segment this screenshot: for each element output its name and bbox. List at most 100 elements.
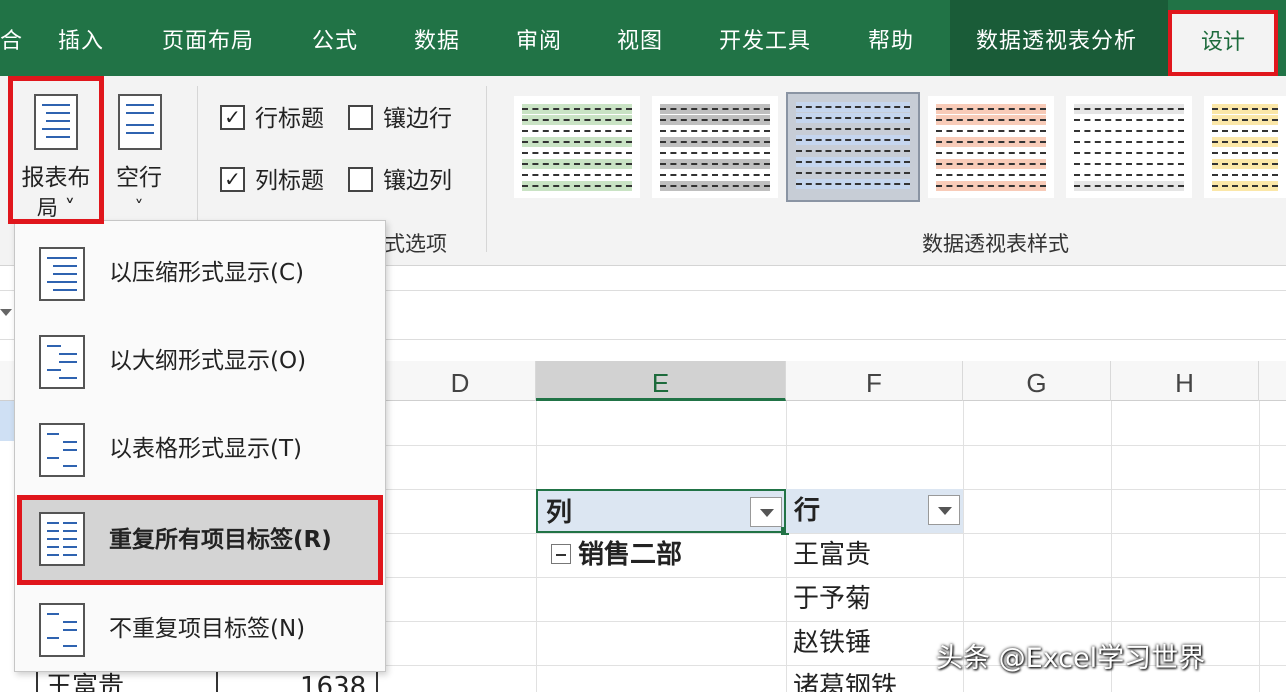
style-thumbnail-row (796, 102, 910, 112)
style-thumbnail-row (936, 115, 1046, 125)
pivot-row-item: 于予菊 (793, 584, 872, 614)
no-repeat-labels-icon (39, 603, 85, 657)
style-thumbnail-row (660, 115, 770, 125)
blank-rows-icon (118, 94, 162, 150)
compact-form-icon (39, 247, 85, 301)
tab-help[interactable]: 帮助 (868, 0, 914, 76)
style-thumbnail-row (522, 104, 632, 114)
pivot-style-thumbnail[interactable] (514, 96, 640, 198)
style-thumbnail-row (796, 179, 910, 189)
tab-insert[interactable]: 插入 (58, 0, 104, 76)
style-thumbnail-row (1074, 115, 1184, 125)
banded-cols-label: 镶边列 (383, 168, 452, 194)
tab-developer[interactable]: 开发工具 (719, 0, 811, 76)
banded-cols-checkbox[interactable] (348, 167, 373, 192)
style-thumbnail-row (1074, 137, 1184, 147)
menu-item-outline-form[interactable]: 以大纲形式显示(O) (17, 317, 383, 405)
pivot-style-thumbnail[interactable] (1066, 96, 1192, 198)
gridline (385, 445, 1286, 446)
collapse-icon[interactable] (551, 544, 571, 564)
left-cell-value: 1638 (300, 672, 367, 692)
blank-rows-button[interactable]: 空行 ˅ (108, 84, 170, 220)
menu-item-label: 以压缩形式显示(C) (109, 260, 305, 286)
menu-item-tabular-form[interactable]: 以表格形式显示(T) (17, 405, 383, 493)
menu-item-repeat-all-labels[interactable]: 重复所有项目标签(R) (17, 495, 383, 585)
style-thumbnail-row (796, 146, 910, 156)
pivot-style-thumbnail[interactable] (928, 96, 1054, 198)
tab-design[interactable]: 设计 (1168, 10, 1278, 76)
style-thumbnail-row (1212, 148, 1278, 158)
pivot-style-thumbnail[interactable] (1204, 96, 1286, 198)
style-thumbnail-row (1212, 115, 1278, 125)
style-options-group-label: 式选项 (384, 232, 447, 256)
menu-item-no-repeat-labels[interactable]: 不重复项目标签(N) (17, 585, 383, 673)
pivot-row-header-cell[interactable]: 行 (786, 489, 963, 533)
pivot-row-item: 诸葛钢铁 (793, 672, 898, 692)
outline-form-icon (39, 335, 85, 389)
column-header-g[interactable]: G (963, 361, 1111, 401)
column-header-f[interactable]: F (786, 361, 963, 401)
tab-formulas[interactable]: 公式 (312, 0, 358, 76)
banded-rows-checkbox[interactable] (348, 105, 373, 130)
report-layout-highlight-frame (8, 76, 104, 224)
cell-border (216, 672, 218, 692)
style-thumbnail-row (522, 159, 632, 169)
name-box-dropdown-icon[interactable] (0, 309, 12, 316)
pivot-row-header-label: 行 (794, 496, 821, 526)
watermark: 头条 @Excel学习世界 (936, 643, 1206, 674)
row-headers-checkbox[interactable]: ✓ (220, 105, 245, 130)
menu-item-label: 重复所有项目标签(R) (109, 527, 332, 553)
row-headers-option[interactable]: ✓ 行标题 (220, 104, 324, 134)
style-thumbnail-row (660, 181, 770, 191)
tab-data[interactable]: 数据 (414, 0, 460, 76)
row-filter-dropdown-icon[interactable] (928, 495, 960, 525)
tab-review[interactable]: 审阅 (516, 0, 562, 76)
tab-partial-edge[interactable]: 合 (0, 0, 23, 76)
style-thumbnail-row (936, 104, 1046, 114)
menu-item-compact-form[interactable]: 以压缩形式显示(C) (17, 229, 383, 317)
tab-pivot-analyze[interactable]: 数据透视表分析 (976, 0, 1137, 76)
menu-item-label: 不重复项目标签(N) (109, 616, 306, 642)
banded-cols-option[interactable]: 镶边列 (348, 166, 452, 196)
style-thumbnail-row (522, 148, 632, 158)
column-header-e[interactable]: E (536, 361, 786, 401)
style-thumbnail-row (1074, 126, 1184, 136)
pivot-row-item: 赵铁锤 (793, 628, 872, 658)
style-thumbnail-row (1212, 159, 1278, 169)
style-thumbnail-row (1074, 170, 1184, 180)
tab-view[interactable]: 视图 (617, 0, 663, 76)
style-thumbnail-row (796, 124, 910, 134)
pivot-row-item: 王富贵 (793, 540, 872, 570)
cell-border (36, 672, 38, 692)
column-header-d[interactable]: D (385, 361, 536, 401)
banded-rows-label: 镶边行 (383, 106, 452, 132)
style-thumbnail-row (660, 104, 770, 114)
blank-rows-label: 空行 (116, 165, 162, 191)
row-headers-label: 行标题 (255, 106, 324, 132)
pivot-column-header-cell[interactable]: 列 (536, 489, 786, 533)
ribbon-separator (486, 86, 487, 252)
col-headers-option[interactable]: ✓ 列标题 (220, 166, 324, 196)
style-thumbnail-row (936, 137, 1046, 147)
style-thumbnail-row (1212, 137, 1278, 147)
pivot-styles-group-label: 数据透视表样式 (922, 232, 1069, 256)
tabular-form-icon (39, 423, 85, 477)
style-thumbnail-row (522, 115, 632, 125)
style-thumbnail-row (522, 181, 632, 191)
column-filter-dropdown-icon[interactable] (750, 497, 782, 527)
style-thumbnail-row (522, 170, 632, 180)
style-thumbnail-row (660, 126, 770, 136)
pivot-style-thumbnail-selected[interactable] (786, 92, 920, 202)
menu-item-label: 以表格形式显示(T) (109, 436, 302, 462)
style-thumbnail-row (936, 159, 1046, 169)
style-thumbnail-row (796, 113, 910, 123)
style-thumbnail-row (1074, 104, 1184, 114)
style-thumbnail-row (660, 159, 770, 169)
style-thumbnail-row (1212, 104, 1278, 114)
banded-rows-option[interactable]: 镶边行 (348, 104, 452, 134)
tab-page-layout[interactable]: 页面布局 (162, 0, 254, 76)
pivot-style-thumbnail[interactable] (652, 96, 778, 198)
style-thumbnail-row (1212, 181, 1278, 191)
column-header-h[interactable]: H (1111, 361, 1259, 401)
col-headers-checkbox[interactable]: ✓ (220, 167, 245, 192)
